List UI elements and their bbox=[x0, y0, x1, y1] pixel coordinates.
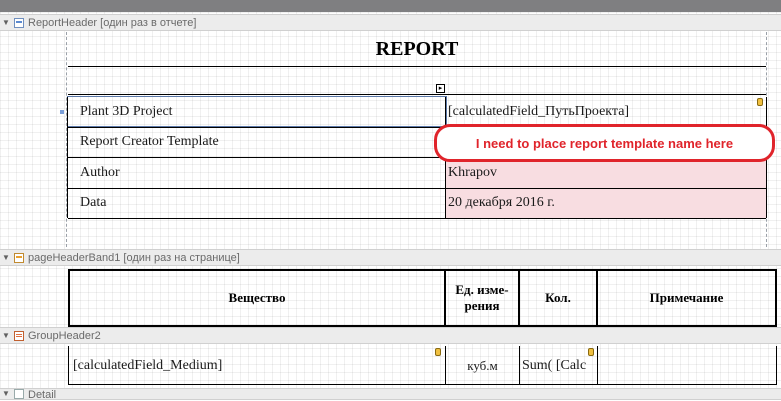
page-header-band-icon bbox=[14, 252, 24, 263]
annotation-callout: I need to place report template name her… bbox=[434, 124, 775, 162]
info-label-author[interactable]: Author bbox=[68, 158, 446, 188]
info-value-author[interactable]: Khrapov bbox=[446, 158, 766, 188]
smart-tag-icon[interactable] bbox=[588, 348, 594, 356]
row-right-border bbox=[776, 346, 777, 384]
collapse-arrow-icon[interactable]: ▼ bbox=[2, 253, 12, 262]
window-titlebar bbox=[0, 0, 781, 12]
column-header-quantity[interactable]: Кол. bbox=[520, 271, 596, 325]
info-label-template[interactable]: Report Creator Template bbox=[68, 127, 446, 157]
report-header-band-icon bbox=[14, 17, 24, 28]
band-header-page[interactable]: ▼ pageHeaderBand1 [один раз на странице] bbox=[0, 249, 781, 266]
table-bottom-line bbox=[68, 218, 766, 219]
band-label: pageHeaderBand1 [один раз на странице] bbox=[28, 251, 240, 264]
column-header-substance[interactable]: Вещество bbox=[70, 271, 444, 325]
group-header-band-icon bbox=[14, 330, 24, 341]
info-value-date[interactable]: 20 декабря 2016 г. bbox=[446, 188, 766, 218]
column-header-unit[interactable]: Ед. изме- рения bbox=[446, 271, 518, 325]
smart-tag-icon[interactable] bbox=[435, 348, 441, 356]
detail-band-icon bbox=[14, 389, 24, 399]
band-label: GroupHeader2 bbox=[28, 329, 101, 342]
table-right-border bbox=[775, 269, 777, 327]
band-header-detail[interactable]: ▼ Detail bbox=[0, 388, 781, 401]
info-label-date[interactable]: Data bbox=[68, 188, 446, 218]
group-cell-note[interactable] bbox=[598, 348, 776, 384]
info-value-project[interactable]: [calculatedField_ПутьПроекта] bbox=[446, 97, 766, 127]
row-line bbox=[68, 94, 766, 95]
group-cell-medium[interactable]: [calculatedField_Medium] bbox=[69, 348, 445, 384]
info-label-project[interactable]: Plant 3D Project bbox=[68, 97, 446, 127]
band-header-group[interactable]: ▼ GroupHeader2 bbox=[0, 327, 781, 344]
table-left-border bbox=[67, 97, 68, 218]
selection-handle[interactable] bbox=[60, 110, 64, 114]
column-header-note[interactable]: Примечание bbox=[598, 271, 775, 325]
title-bottom-line bbox=[68, 66, 766, 67]
collapse-arrow-icon[interactable]: ▼ bbox=[2, 331, 12, 340]
nav-marker-icon[interactable]: ▸ bbox=[436, 84, 445, 93]
row-bottom-line bbox=[68, 384, 777, 385]
band-label: Detail bbox=[28, 389, 57, 401]
band-label: ReportHeader [один раз в отчете] bbox=[28, 16, 197, 29]
collapse-arrow-icon[interactable]: ▼ bbox=[2, 18, 12, 27]
report-title[interactable]: REPORT bbox=[68, 38, 766, 64]
band-header-report[interactable]: ▼ ReportHeader [один раз в отчете] bbox=[0, 14, 781, 31]
group-cell-sum[interactable]: Sum( [Calc bbox=[520, 348, 597, 384]
smart-tag-icon[interactable] bbox=[757, 98, 763, 106]
group-cell-unit[interactable]: куб.м bbox=[446, 348, 519, 384]
